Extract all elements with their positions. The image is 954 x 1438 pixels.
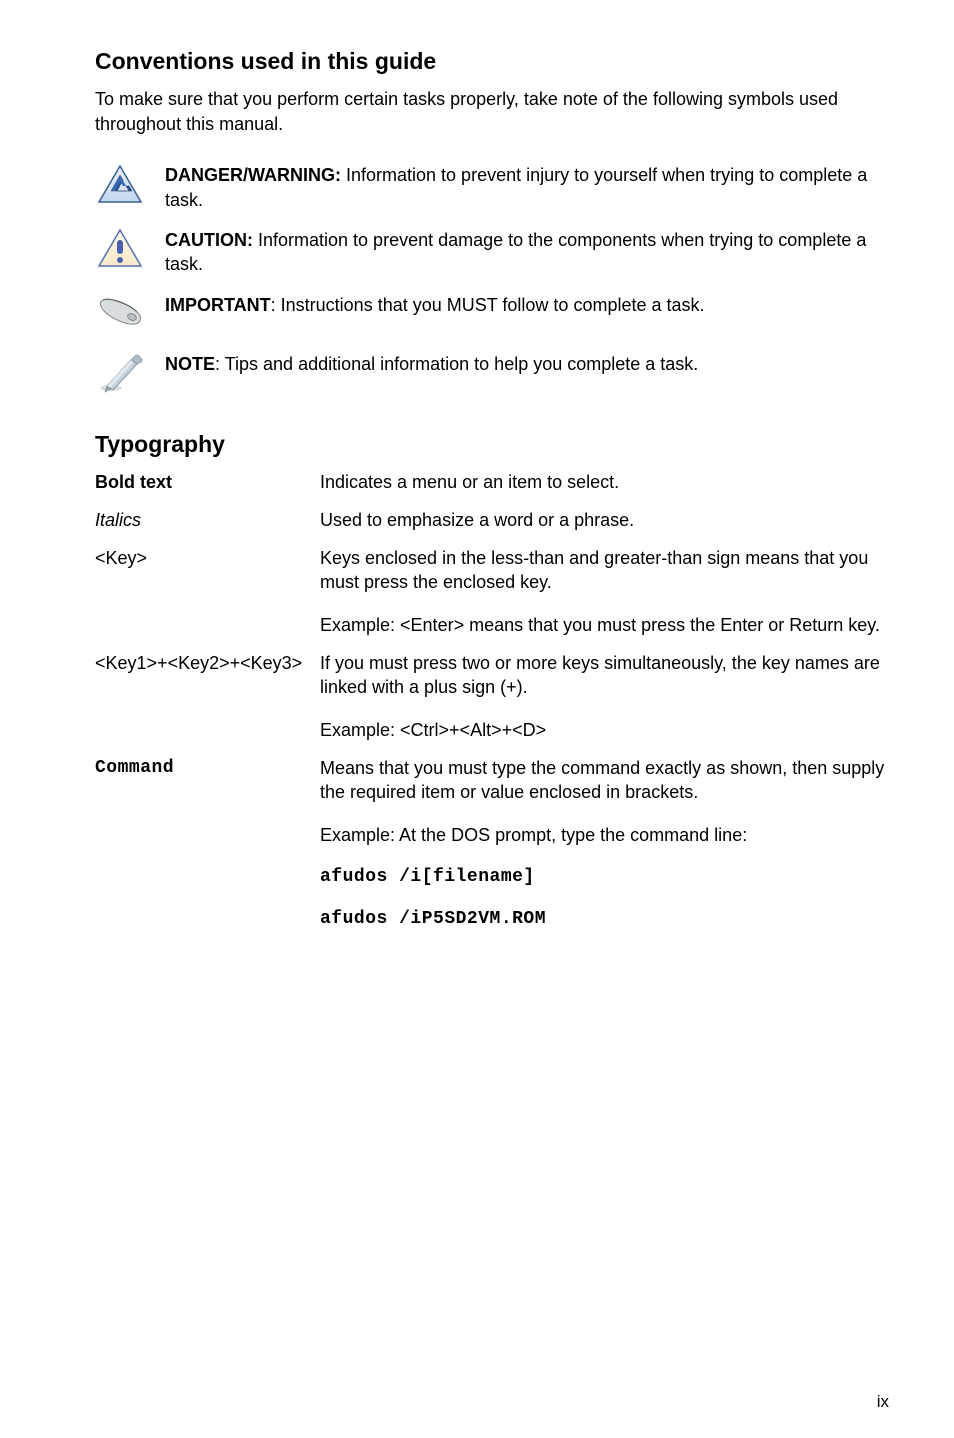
caution-icon bbox=[95, 226, 145, 271]
notice-important-text: IMPORTANT: Instructions that you MUST fo… bbox=[165, 291, 705, 317]
typo-def-command-code2: afudos /iP5SD2VM.ROM bbox=[320, 907, 889, 931]
typo-def-keycombo-main: If you must press two or more keys simul… bbox=[320, 651, 889, 700]
intro-paragraph: To make sure that you perform certain ta… bbox=[95, 87, 889, 137]
notice-note-text: NOTE: Tips and additional information to… bbox=[165, 350, 698, 376]
typo-def-keycombo-example: Example: <Ctrl>+<Alt>+<D> bbox=[320, 718, 889, 742]
typo-def-key-example: Example: <Enter> means that you must pre… bbox=[320, 613, 889, 637]
notice-caution-body: Information to prevent damage to the com… bbox=[165, 230, 866, 274]
typo-term-key: <Key> bbox=[95, 546, 320, 570]
typo-def-command-main: Means that you must type the command exa… bbox=[320, 756, 889, 805]
notice-caution: CAUTION: Information to prevent damage t… bbox=[95, 226, 889, 277]
typo-row-command: Command Means that you must type the com… bbox=[95, 756, 889, 931]
notice-caution-label: CAUTION: bbox=[165, 230, 253, 250]
typo-term-bold: Bold text bbox=[95, 470, 320, 494]
page-number: ix bbox=[877, 1392, 889, 1412]
typo-def-command-example: Example: At the DOS prompt, type the com… bbox=[320, 823, 889, 847]
typo-def-key-main: Keys enclosed in the less-than and great… bbox=[320, 546, 889, 595]
typo-def-command: Means that you must type the command exa… bbox=[320, 756, 889, 931]
typo-row-bold: Bold text Indicates a menu or an item to… bbox=[95, 470, 889, 494]
typo-row-italics: Italics Used to emphasize a word or a ph… bbox=[95, 508, 889, 532]
section-title-conventions: Conventions used in this guide bbox=[95, 48, 889, 75]
notice-caution-text: CAUTION: Information to prevent damage t… bbox=[165, 226, 889, 277]
typo-def-bold: Indicates a menu or an item to select. bbox=[320, 470, 889, 494]
typo-term-italics: Italics bbox=[95, 508, 320, 532]
notice-danger: DANGER/WARNING: Information to prevent i… bbox=[95, 161, 889, 212]
notice-danger-label: DANGER/WARNING: bbox=[165, 165, 341, 185]
important-icon bbox=[95, 291, 145, 336]
typo-term-keycombo: <Key1>+<Key2>+<Key3> bbox=[95, 651, 320, 675]
notice-important: IMPORTANT: Instructions that you MUST fo… bbox=[95, 291, 889, 336]
notice-note: NOTE: Tips and additional information to… bbox=[95, 350, 889, 395]
notice-important-label: IMPORTANT bbox=[165, 295, 271, 315]
typo-def-keycombo: If you must press two or more keys simul… bbox=[320, 651, 889, 742]
typo-term-command: Command bbox=[95, 756, 320, 780]
typo-def-command-code1: afudos /i[filename] bbox=[320, 865, 889, 889]
notice-note-label: NOTE bbox=[165, 354, 215, 374]
typo-row-keycombo: <Key1>+<Key2>+<Key3> If you must press t… bbox=[95, 651, 889, 742]
section-title-typography: Typography bbox=[95, 431, 889, 458]
danger-icon bbox=[95, 161, 145, 206]
notice-note-body: : Tips and additional information to hel… bbox=[215, 354, 698, 374]
note-icon bbox=[95, 350, 145, 395]
typo-row-key: <Key> Keys enclosed in the less-than and… bbox=[95, 546, 889, 637]
notice-danger-text: DANGER/WARNING: Information to prevent i… bbox=[165, 161, 889, 212]
typo-def-key: Keys enclosed in the less-than and great… bbox=[320, 546, 889, 637]
notice-important-body: : Instructions that you MUST follow to c… bbox=[271, 295, 705, 315]
typo-def-italics: Used to emphasize a word or a phrase. bbox=[320, 508, 889, 532]
